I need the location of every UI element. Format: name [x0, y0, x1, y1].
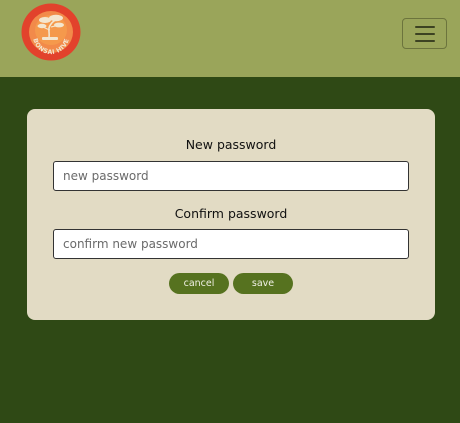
new-password-label: New password [185, 137, 277, 152]
menu-bar [414, 39, 435, 42]
menu-bar [414, 25, 435, 28]
hamburger-menu-icon[interactable] [402, 18, 447, 49]
cancel-button[interactable]: cancel [169, 273, 229, 294]
new-password-input[interactable] [53, 161, 409, 191]
bonsai-hive-logo[interactable]: BONSAI HIVE [21, 3, 81, 61]
change-password-card: New password Confirm password cancel sav… [27, 109, 435, 320]
confirm-password-input[interactable] [53, 229, 409, 259]
save-button[interactable]: save [233, 273, 293, 294]
menu-bar [414, 32, 435, 35]
confirm-password-label: Confirm password [174, 206, 288, 221]
navbar: BONSAI HIVE [0, 0, 460, 77]
